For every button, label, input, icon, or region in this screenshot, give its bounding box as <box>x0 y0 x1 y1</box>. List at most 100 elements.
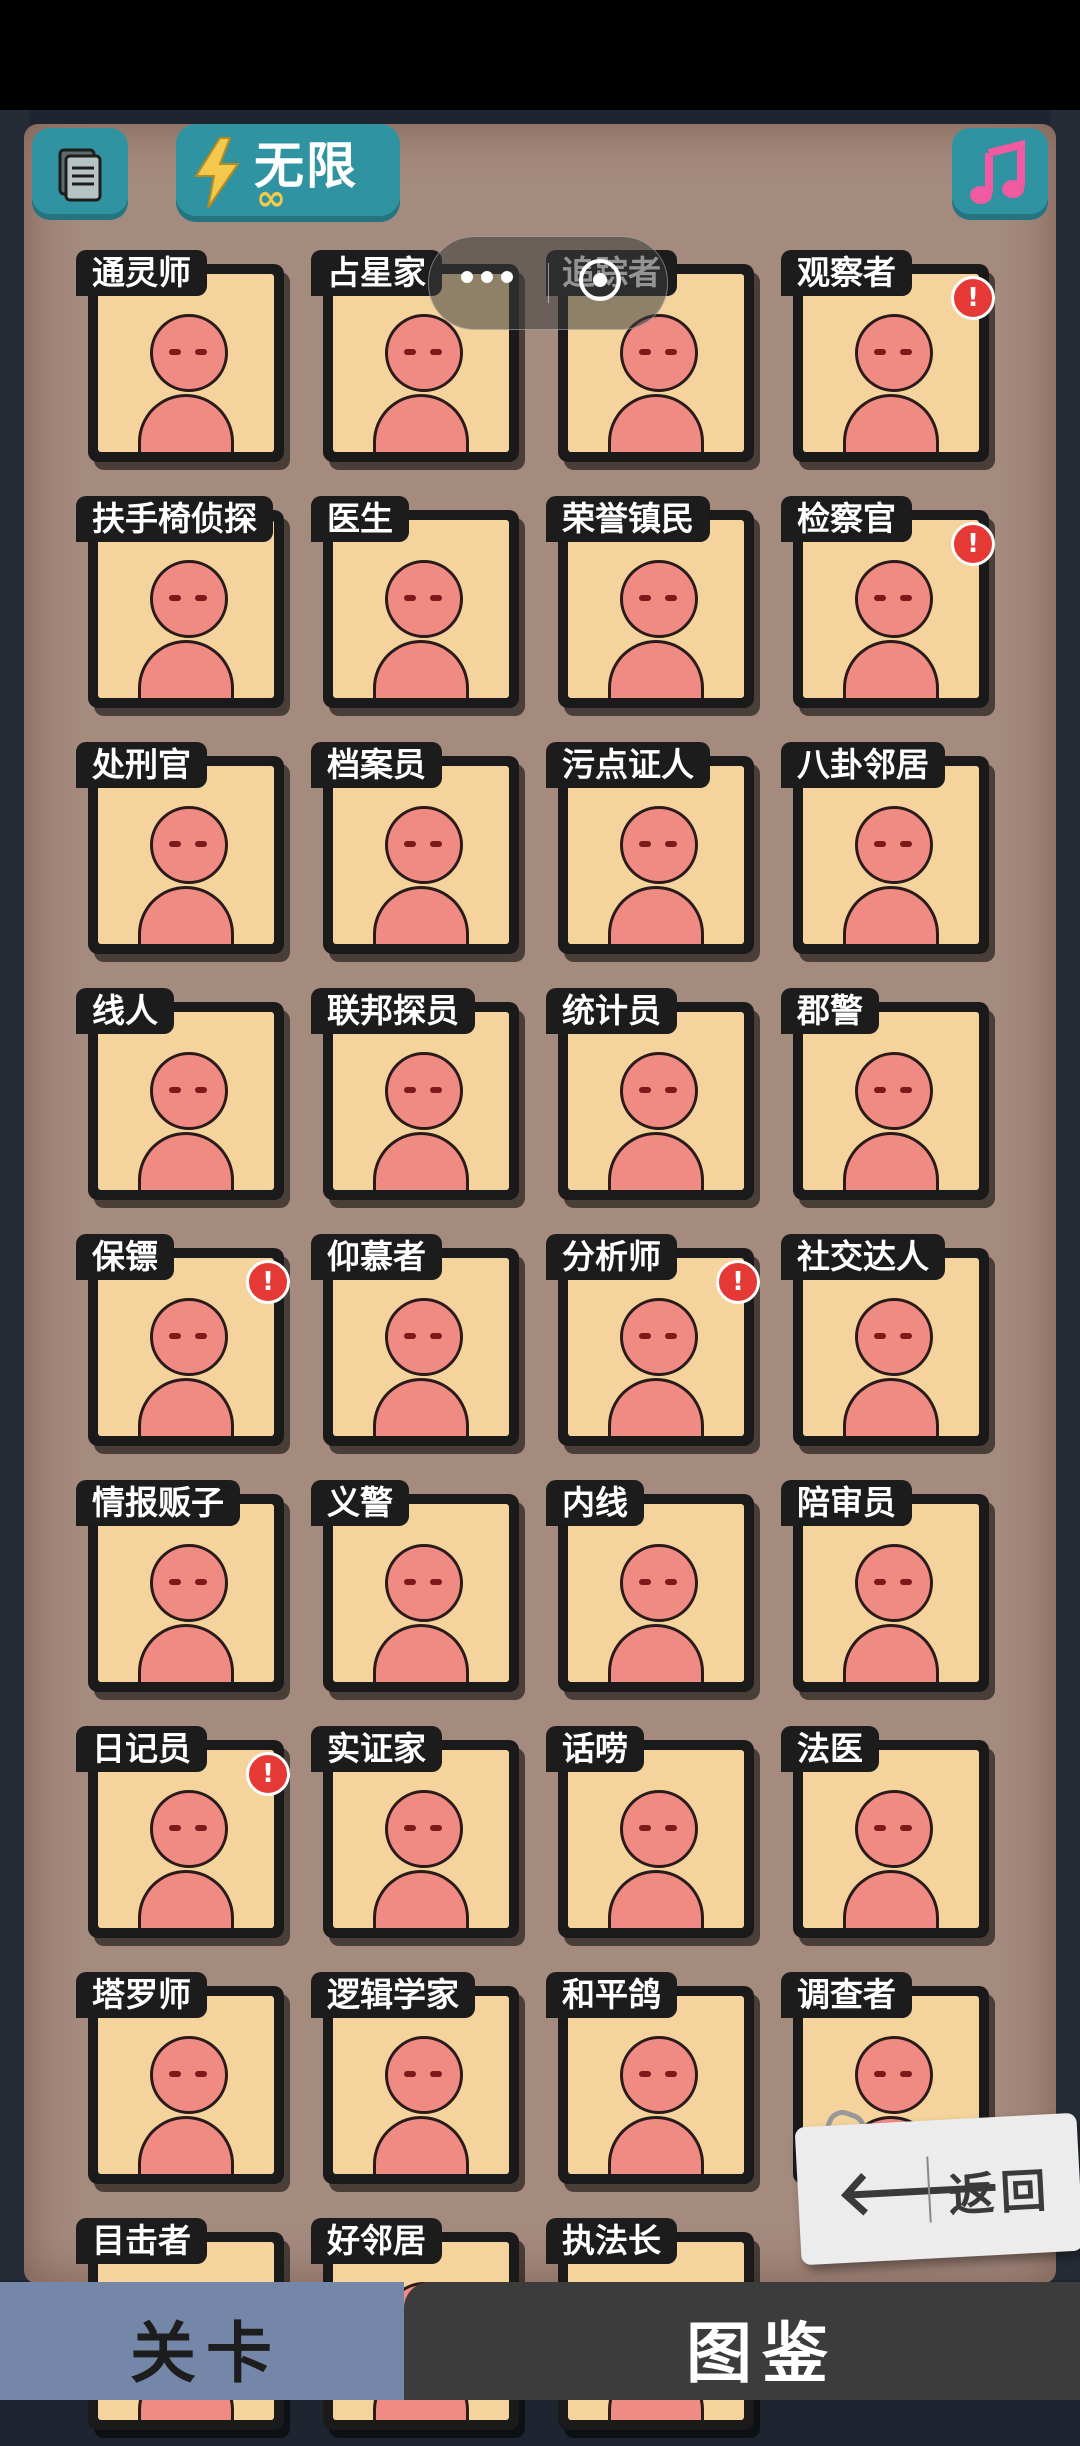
character-card[interactable]: 检察官! <box>781 496 1003 724</box>
character-body <box>608 886 704 944</box>
character-body <box>608 2116 704 2174</box>
character-head <box>150 314 228 392</box>
character-card[interactable]: 联邦探员 <box>311 988 533 1216</box>
character-portrait <box>803 1258 979 1436</box>
character-card[interactable]: 处刑官 <box>76 742 298 970</box>
character-card[interactable]: 线人 <box>76 988 298 1216</box>
notebook-button[interactable] <box>32 128 128 220</box>
character-name: 内线 <box>546 1480 644 1526</box>
character-card[interactable]: 义警 <box>311 1480 533 1708</box>
character-portrait <box>98 766 274 944</box>
character-name: 郡警 <box>781 988 879 1034</box>
character-eye <box>404 1333 416 1339</box>
character-name: 义警 <box>311 1480 409 1526</box>
character-body <box>843 394 939 452</box>
character-head <box>385 1544 463 1622</box>
new-alert-icon: ! <box>246 1752 290 1796</box>
character-portrait <box>333 1258 509 1436</box>
character-eye <box>639 1825 651 1831</box>
character-head <box>855 1544 933 1622</box>
character-card[interactable]: 通灵师 <box>76 250 298 478</box>
character-eye <box>430 841 442 847</box>
character-body <box>138 1870 234 1928</box>
character-card[interactable]: 保镖! <box>76 1234 298 1462</box>
character-eye <box>665 1579 677 1585</box>
character-name: 线人 <box>76 988 174 1034</box>
character-card[interactable]: 郡警 <box>781 988 1003 1216</box>
close-miniprogram-icon[interactable] <box>579 259 621 301</box>
character-card[interactable]: 陪审员 <box>781 1480 1003 1708</box>
character-body <box>138 2116 234 2174</box>
character-card[interactable]: 社交达人 <box>781 1234 1003 1462</box>
character-eye <box>430 349 442 355</box>
character-eye <box>169 1825 181 1831</box>
character-eye <box>639 1579 651 1585</box>
character-body <box>843 886 939 944</box>
character-card[interactable]: 八卦邻居 <box>781 742 1003 970</box>
character-eye <box>169 349 181 355</box>
character-card[interactable]: 日记员! <box>76 1726 298 1954</box>
character-card[interactable]: 扶手椅侦探 <box>76 496 298 724</box>
character-eye <box>900 1087 912 1093</box>
energy-unlimited-button[interactable]: 无限 ∞ <box>176 124 400 222</box>
new-alert-icon: ! <box>246 1260 290 1304</box>
character-card[interactable]: 内线 <box>546 1480 768 1708</box>
character-eye <box>195 1087 207 1093</box>
character-body <box>138 640 234 698</box>
character-card[interactable]: 仰慕者 <box>311 1234 533 1462</box>
character-card[interactable]: 塔罗师 <box>76 1972 298 2200</box>
character-name: 社交达人 <box>781 1234 945 1280</box>
tab-gallery-label: 图鉴 <box>686 2315 838 2392</box>
character-card[interactable]: 档案员 <box>311 742 533 970</box>
character-name: 占星家 <box>311 250 442 296</box>
character-head <box>385 1052 463 1130</box>
character-card[interactable]: 统计员 <box>546 988 768 1216</box>
character-head <box>385 2036 463 2114</box>
music-button[interactable] <box>952 128 1048 220</box>
character-portrait <box>568 766 744 944</box>
character-eye <box>900 2071 912 2077</box>
tab-levels[interactable]: 关卡 <box>0 2282 404 2400</box>
character-eye <box>874 841 886 847</box>
character-card[interactable]: 逻辑学家 <box>311 1972 533 2200</box>
character-card[interactable]: 污点证人 <box>546 742 768 970</box>
tab-gallery[interactable]: 图鉴 <box>404 2282 1080 2400</box>
character-card[interactable]: 情报贩子 <box>76 1480 298 1708</box>
capsule-divider <box>548 263 549 303</box>
character-card[interactable]: 观察者! <box>781 250 1003 478</box>
character-card[interactable]: 法医 <box>781 1726 1003 1954</box>
character-eye <box>169 1087 181 1093</box>
character-card[interactable]: 话唠 <box>546 1726 768 1954</box>
character-body <box>608 1624 704 1682</box>
character-name: 逻辑学家 <box>311 1972 475 2018</box>
character-eye <box>430 1087 442 1093</box>
character-card[interactable]: 和平鸽 <box>546 1972 768 2200</box>
character-body <box>843 1132 939 1190</box>
character-body <box>138 1132 234 1190</box>
character-body <box>373 640 469 698</box>
character-eye <box>169 1333 181 1339</box>
character-card[interactable]: 分析师! <box>546 1234 768 1462</box>
tab-levels-label: 关卡 <box>130 2315 282 2392</box>
back-button[interactable]: 🡐 返回 <box>794 2112 1080 2266</box>
character-portrait <box>568 1750 744 1928</box>
character-head <box>855 560 933 638</box>
character-eye <box>665 1333 677 1339</box>
character-card[interactable]: 医生 <box>311 496 533 724</box>
character-portrait <box>803 1750 979 1928</box>
character-name: 扶手椅侦探 <box>76 496 273 542</box>
more-menu-icon[interactable] <box>461 271 513 283</box>
character-card[interactable]: 荣誉镇民 <box>546 496 768 724</box>
character-name: 联邦探员 <box>311 988 475 1034</box>
character-eye <box>195 349 207 355</box>
miniprogram-capsule[interactable] <box>428 236 668 330</box>
character-eye <box>900 841 912 847</box>
character-head <box>150 560 228 638</box>
character-eye <box>404 595 416 601</box>
infinity-symbol: ∞ <box>256 178 286 219</box>
character-eye <box>900 595 912 601</box>
character-eye <box>404 2071 416 2077</box>
character-eye <box>169 595 181 601</box>
character-card[interactable]: 实证家 <box>311 1726 533 1954</box>
character-eye <box>639 841 651 847</box>
